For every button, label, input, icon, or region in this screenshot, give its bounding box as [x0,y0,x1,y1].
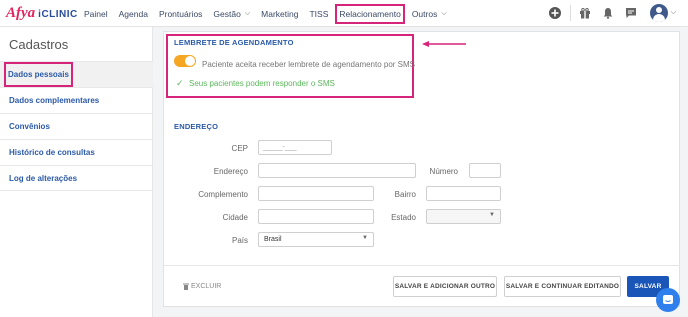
add-circle-icon[interactable] [546,4,564,22]
sidebar-item-dados-complementares[interactable]: Dados complementares [0,87,153,113]
avatar-body-shape [652,14,665,22]
sms-reply-confirmation: Seus pacientes podem responder o SMS [189,79,335,88]
sidebar-item-label: Histórico de consultas [9,148,95,157]
estado-label: Estado [391,213,416,222]
chevron-down-icon[interactable]: ⌵ [671,9,676,17]
sms-reminder-label: Paciente aceita receber lembrete de agen… [202,60,416,69]
gift-icon[interactable] [576,4,594,22]
annotation-arrow-icon [422,41,466,47]
support-chat-button[interactable] [656,288,680,312]
pais-label: País [231,236,248,245]
nav-item-gestao-label: Gestão [213,8,241,19]
nav-item-gestao[interactable]: Gestão ⌵ [213,9,250,19]
sidebar-item-historico-consultas[interactable]: Histórico de consultas [0,139,153,165]
nav-item-outros[interactable]: Outros ⌵ [412,9,447,19]
bairro-input[interactable] [426,186,501,201]
nav-item-marketing[interactable]: Marketing [261,9,298,19]
sidebar: Cadastros Dados pessoais Dados complemen… [0,27,153,317]
endereco-label: Endereço [213,167,248,176]
save-and-continue-button[interactable]: SALVAR E CONTINUAR EDITANDO [504,276,621,297]
nav-item-tiss[interactable]: TISS [309,9,328,19]
pais-select[interactable]: Brasil ▼ [258,232,374,247]
trash-icon [183,283,189,290]
brand-logo[interactable]: Afya iCLINIC [6,5,78,21]
complemento-input[interactable] [258,186,374,201]
main-menu: Painel Agenda Prontuários Gestão ⌵ Market… [84,0,458,27]
sidebar-item-label: Convênios [9,122,50,131]
header-divider [569,5,571,21]
header-actions: ⌵ [541,4,676,22]
numero-label: Número [429,167,458,176]
user-avatar[interactable] [649,4,668,22]
top-navbar: Afya iCLINIC Painel Agenda Prontuários G… [0,0,688,27]
numero-input[interactable] [469,163,501,178]
chat-icon [663,295,673,304]
nav-item-prontuarios[interactable]: Prontuários [159,9,202,19]
cep-label: CEP [231,144,248,153]
sidebar-title: Cadastros [9,37,69,52]
endereco-input[interactable] [258,163,416,178]
pais-selected-value: Brasil [264,236,282,243]
sidebar-item-label: Dados pessoais [4,62,73,87]
toggle-knob [185,56,195,66]
brand-name-iclinic: iCLINIC [38,9,78,20]
avatar-head-shape [655,7,662,13]
chevron-down-icon: ▼ [362,235,368,241]
reminder-section-title: LEMBRETE DE AGENDAMENTO [174,38,294,47]
chevron-down-icon: ▼ [489,212,495,218]
delete-button-label: EXCLUIR [191,283,222,290]
complemento-label: Complemento [198,190,248,199]
sidebar-item-dados-pessoais[interactable]: Dados pessoais [0,61,153,87]
cep-input[interactable]: _____-___ [258,140,332,155]
sidebar-item-convenios[interactable]: Convênios [0,113,153,139]
nav-item-painel[interactable]: Painel [84,9,108,19]
address-section-title: ENDEREÇO [174,122,219,131]
estado-select[interactable]: ▼ [426,209,501,224]
sidebar-item-label: Dados complementares [9,96,100,105]
bairro-label: Bairro [394,190,416,199]
cidade-label: Cidade [222,213,248,222]
chevron-down-icon: ⌵ [244,9,251,17]
cidade-input[interactable] [258,209,374,224]
save-and-add-button[interactable]: SALVAR E ADICIONAR OUTRO [393,276,497,297]
nav-item-relacionamento[interactable]: Relacionamento [335,3,405,24]
nav-item-agenda[interactable]: Agenda [119,9,148,19]
sidebar-item-label: Log de alterações [9,173,78,183]
check-icon: ✓ [176,78,184,88]
sidebar-item-log-alteracoes[interactable]: Log de alterações [0,165,153,191]
nav-item-outros-label: Outros [411,8,438,19]
bell-icon[interactable] [599,4,617,22]
delete-button[interactable]: EXCLUIR [183,283,221,290]
brand-name-afya: Afya [6,5,36,21]
sms-reminder-toggle[interactable] [174,55,196,67]
chat-bubble-icon[interactable] [622,4,640,22]
chevron-down-icon: ⌵ [441,9,447,17]
